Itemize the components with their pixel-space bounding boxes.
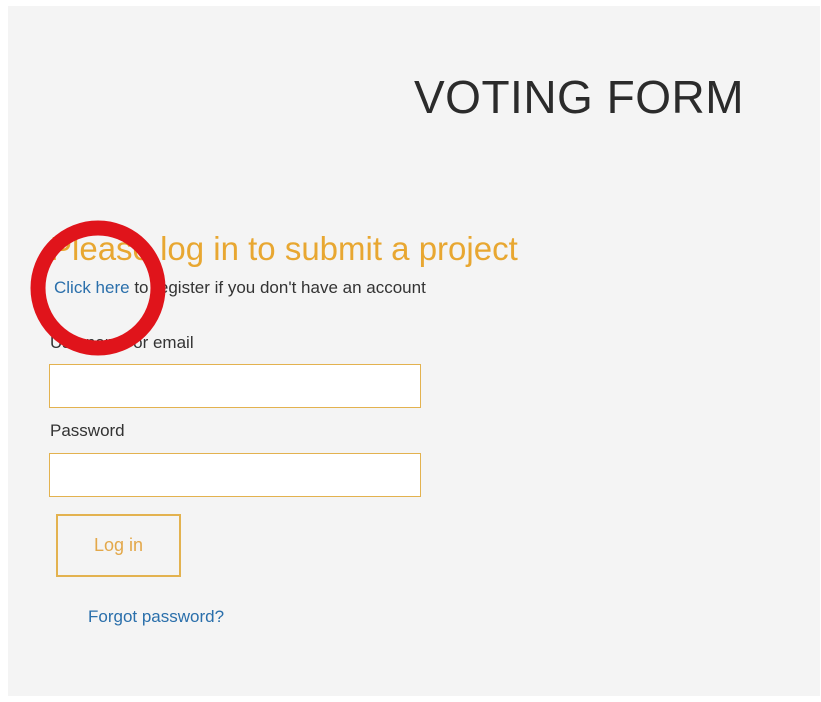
forgot-password-link[interactable]: Forgot password? (88, 607, 224, 627)
password-label: Password (50, 421, 125, 440)
password-field[interactable] (49, 453, 421, 497)
register-link[interactable]: Click here (54, 278, 130, 297)
login-heading: Please log in to submit a project (50, 230, 518, 267)
register-prompt: Click here to register if you don't have… (54, 278, 426, 298)
form-panel: VOTING FORM Please log in to submit a pr… (8, 6, 820, 696)
login-button[interactable]: Log in (56, 514, 181, 577)
register-prompt-text: to register if you don't have an account (129, 278, 426, 297)
username-label: Username or email (50, 333, 194, 352)
username-field[interactable] (49, 364, 421, 408)
page-title: VOTING FORM (414, 71, 745, 123)
